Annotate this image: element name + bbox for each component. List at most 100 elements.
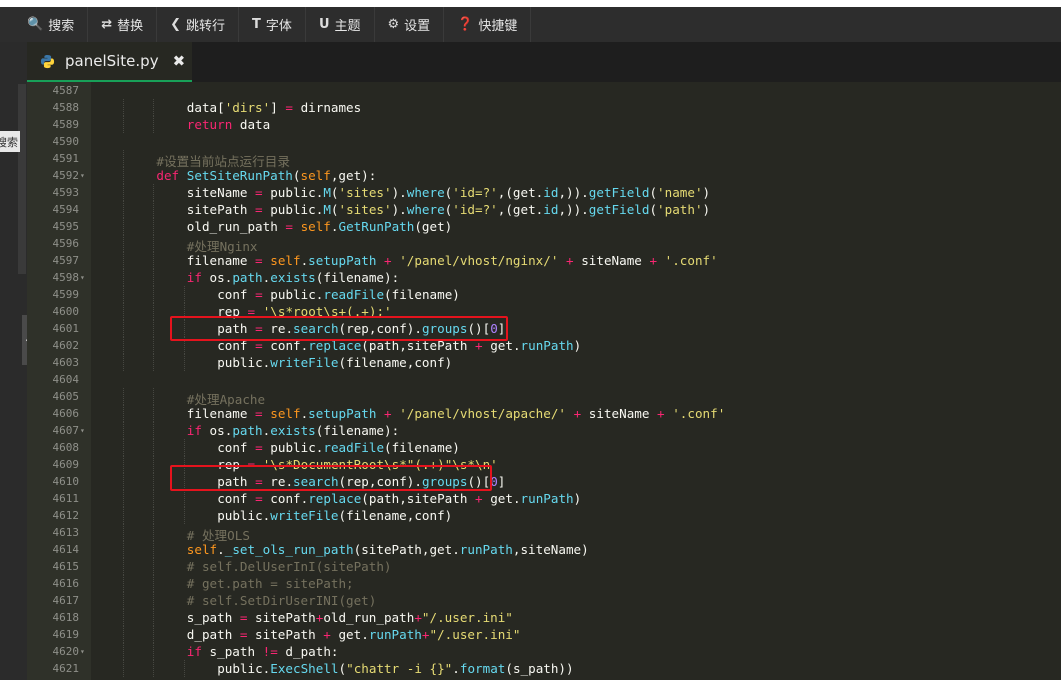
indent-guide	[123, 473, 124, 490]
tab-panelsite-py[interactable]: panelSite.py ✖	[27, 42, 192, 82]
indent-guide	[123, 592, 124, 609]
goto-line-button-label: 跳转行	[186, 19, 226, 34]
replace-button-label: 替换	[117, 19, 144, 34]
indent-guide	[153, 388, 155, 405]
line-number: 4610	[52, 475, 80, 488]
search-icon: 🔍	[27, 17, 44, 32]
indent-guide	[153, 201, 155, 218]
line-number: 4615	[52, 560, 80, 573]
code-line: if os.path.exists(filename):	[186, 423, 400, 438]
fold-arrow-icon[interactable]: ▾	[80, 426, 85, 435]
code-line: public.writeFile(filename,conf)	[217, 508, 453, 523]
theme-button-label: 主题	[334, 19, 361, 34]
line-number: 4617	[52, 594, 80, 607]
indent-guide	[153, 184, 155, 201]
replace-button[interactable]: ⇄ 替换	[88, 7, 158, 42]
code-line: s_path = sitePath+old_run_path+"/.user.i…	[186, 610, 513, 625]
code-line: sitePath = public.M('sites').where('id=?…	[186, 202, 711, 217]
indent-guide	[123, 524, 124, 541]
code-line: data['dirs'] = dirnames	[186, 100, 362, 115]
indent-guide	[183, 439, 185, 456]
line-number: 4604	[52, 373, 80, 386]
code-line: public.writeFile(filename,conf)	[217, 355, 453, 370]
indent-guide	[123, 626, 124, 643]
fold-arrow-icon[interactable]: ▾	[80, 647, 85, 656]
tab-filename: panelSite.py	[65, 52, 159, 70]
code-editor[interactable]: 4587 4588 data['dirs'] = dirnames 4589 retur…	[27, 82, 1061, 680]
line-number: 4605	[52, 390, 80, 403]
code-line: conf = conf.replace(path,sitePath + get.…	[217, 491, 582, 506]
indent-guide	[153, 660, 155, 677]
indent-guide	[153, 286, 155, 303]
sidebar-search-button[interactable]: 搜索	[0, 131, 20, 152]
line-number: 4600	[52, 305, 80, 318]
theme-button[interactable]: U 主题	[306, 7, 375, 42]
search-button-label: 搜索	[48, 19, 75, 34]
indent-guide	[153, 252, 155, 269]
indent-guide	[153, 490, 155, 507]
line-number: 4612	[52, 509, 80, 522]
indent-guide	[153, 609, 155, 626]
indent-guide	[183, 507, 185, 524]
shortcuts-button[interactable]: ❓ 快捷键	[444, 7, 532, 42]
settings-button[interactable]: ⚙ 设置	[375, 7, 445, 42]
indent-guide	[153, 439, 155, 456]
fold-arrow-icon[interactable]: ▾	[80, 171, 85, 180]
indent-guide	[153, 235, 155, 252]
indent-guide	[123, 320, 124, 337]
font-button-label: 字体	[265, 19, 292, 34]
font-icon: T	[252, 17, 261, 32]
line-number: 4588	[52, 101, 80, 114]
line-number: 4602	[52, 339, 80, 352]
line-number: 4621	[52, 662, 80, 675]
indent-guide	[123, 558, 124, 575]
pin-icon: ❮	[170, 17, 182, 32]
indent-guide	[153, 473, 155, 490]
indent-guide	[123, 99, 124, 116]
indent-guide	[153, 558, 155, 575]
indent-guide	[123, 184, 124, 201]
indent-guide	[123, 201, 124, 218]
code-line: filename = self.setupPath + '/panel/vhos…	[186, 406, 726, 421]
line-number: 4593	[52, 186, 80, 199]
font-button[interactable]: T 字体	[239, 7, 306, 42]
indent-guide	[123, 541, 124, 558]
code-line: filename = self.setupPath + '/panel/vhos…	[186, 253, 718, 268]
line-number: 4609	[52, 458, 80, 471]
code-line: return data	[186, 117, 271, 132]
indent-guide	[153, 575, 155, 592]
indent-guide	[123, 286, 124, 303]
indent-guide	[123, 354, 124, 371]
indent-guide	[153, 269, 155, 286]
line-number: 4595	[52, 220, 80, 233]
line-number: 4606	[52, 407, 80, 420]
indent-guide	[153, 337, 155, 354]
indent-guide	[123, 269, 124, 286]
line-number: 4594	[52, 203, 80, 216]
indent-guide	[123, 116, 124, 133]
indent-guide	[153, 405, 155, 422]
indent-guide	[153, 456, 155, 473]
indent-guide	[123, 252, 124, 269]
fold-arrow-icon[interactable]: ▾	[80, 273, 85, 282]
shortcuts-button-label: 快捷键	[478, 19, 518, 34]
indent-guide	[123, 660, 124, 677]
line-number: 4598	[52, 271, 80, 284]
indent-guide	[153, 303, 155, 320]
sidebar-scrollbar[interactable]	[18, 84, 26, 274]
indent-guide	[123, 575, 124, 592]
goto-line-button[interactable]: ❮ 跳转行	[157, 7, 240, 42]
indent-guide	[123, 303, 124, 320]
indent-guide	[123, 609, 124, 626]
replace-icon: ⇄	[101, 17, 113, 32]
line-number: 4589	[52, 118, 80, 131]
close-icon[interactable]: ✖	[173, 52, 186, 70]
indent-guide	[123, 507, 124, 524]
code-line: if s_path != d_path:	[186, 644, 339, 659]
indent-guide	[153, 524, 155, 541]
search-button[interactable]: 🔍 搜索	[0, 7, 89, 42]
settings-button-label: 设置	[404, 19, 431, 34]
indent-guide	[123, 388, 124, 405]
code-line: if os.path.exists(filename):	[186, 270, 400, 285]
editor-toolbar: 🔍 搜索 ⇄ 替换 ❮ 跳转行 T 字体 U 主题 ⚙ 设置 ❓ 快捷键	[0, 7, 1061, 42]
